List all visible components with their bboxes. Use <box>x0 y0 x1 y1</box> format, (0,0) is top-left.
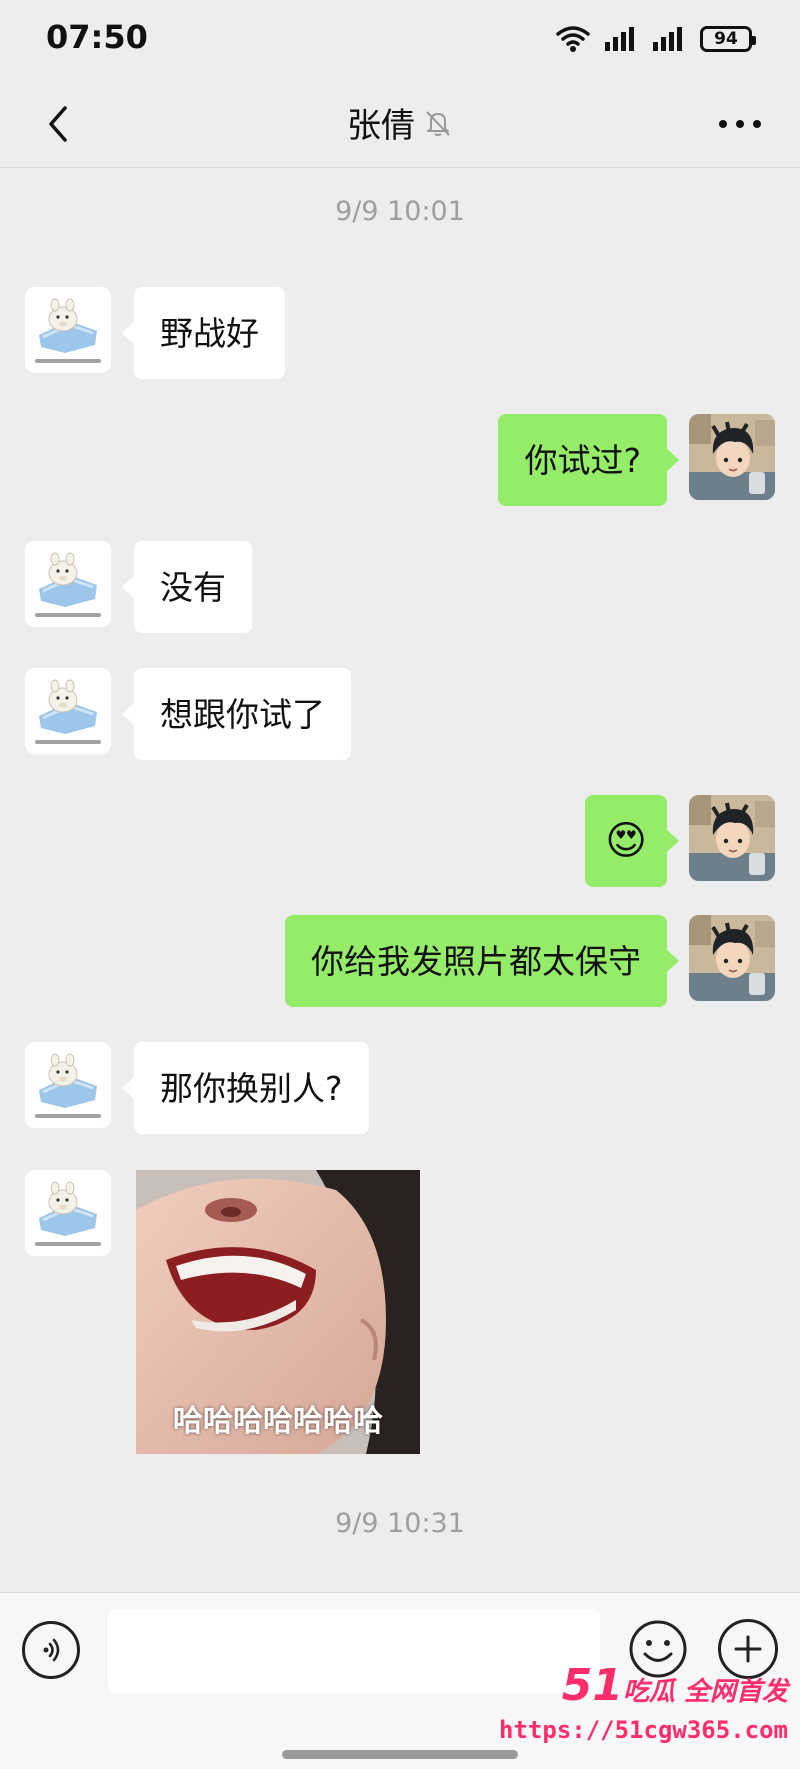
signal-icon <box>653 27 682 51</box>
received-message-bubble[interactable]: 没有 <box>122 541 252 633</box>
sticker-caption: 哈哈哈哈哈哈哈 <box>173 1404 383 1439</box>
site-watermark: 51吃瓜 全网首发 https://51cgw365.com <box>494 1660 800 1750</box>
contact-avatar[interactable] <box>25 1042 111 1128</box>
status-time: 07:50 <box>46 18 148 56</box>
message-text: 想跟你试了 <box>160 694 325 734</box>
battery-level: 94 <box>714 29 738 49</box>
voice-icon <box>43 1638 60 1662</box>
bell-muted-icon <box>426 110 450 136</box>
status-bar: 07:50 94 <box>0 0 800 80</box>
watermark-brand-text: 吃瓜 全网首发 <box>622 1677 788 1707</box>
status-icons: 94 <box>556 22 756 56</box>
message-text: 那你换别人? <box>160 1068 343 1108</box>
wifi-icon <box>556 26 590 52</box>
chat-title: 张倩 <box>347 106 415 146</box>
heart-eyes-emoji-icon: 😍 <box>605 818 647 864</box>
home-indicator[interactable] <box>282 1750 518 1759</box>
message-text: 没有 <box>160 567 226 607</box>
received-message-bubble[interactable]: 野战好 <box>122 287 285 379</box>
received-message-bubble[interactable]: 想跟你试了 <box>122 668 351 760</box>
sent-message-bubble[interactable]: 你给我发照片都太保守 <box>285 915 679 1007</box>
self-avatar[interactable] <box>689 915 775 1001</box>
received-message-bubble[interactable]: 那你换别人? <box>122 1042 369 1134</box>
message-text: 你试过? <box>524 440 641 480</box>
sent-message-bubble[interactable]: 😍 <box>585 795 679 887</box>
watermark-url: https://51cgw365.com <box>499 1716 788 1744</box>
signal-icon <box>605 27 634 51</box>
watermark-number: 51 <box>561 1660 623 1711</box>
chat-title-group: 张倩 <box>0 98 800 147</box>
message-text: 野战好 <box>160 313 259 353</box>
self-avatar[interactable] <box>689 795 775 881</box>
voice-button[interactable] <box>22 1621 80 1679</box>
chat-header: 张倩 <box>0 80 800 168</box>
sent-message-bubble[interactable]: 你试过? <box>498 414 679 506</box>
battery-icon: 94 <box>700 26 756 52</box>
self-avatar[interactable] <box>689 414 775 500</box>
more-dots-icon <box>719 120 761 128</box>
contact-avatar[interactable] <box>25 287 111 373</box>
contact-avatar[interactable] <box>25 1170 111 1256</box>
message-timestamp: 9/9 10:31 <box>335 1508 465 1539</box>
more-options-button[interactable] <box>710 96 770 152</box>
message-text: 你给我发照片都太保守 <box>311 941 641 981</box>
watermark-brand: 51吃瓜 全网首发 <box>562 1660 788 1711</box>
contact-avatar[interactable] <box>25 541 111 627</box>
laughing-sticker-image[interactable]: 哈哈哈哈哈哈哈 <box>136 1170 420 1454</box>
message-timestamp: 9/9 10:01 <box>335 196 465 227</box>
contact-avatar[interactable] <box>25 668 111 754</box>
